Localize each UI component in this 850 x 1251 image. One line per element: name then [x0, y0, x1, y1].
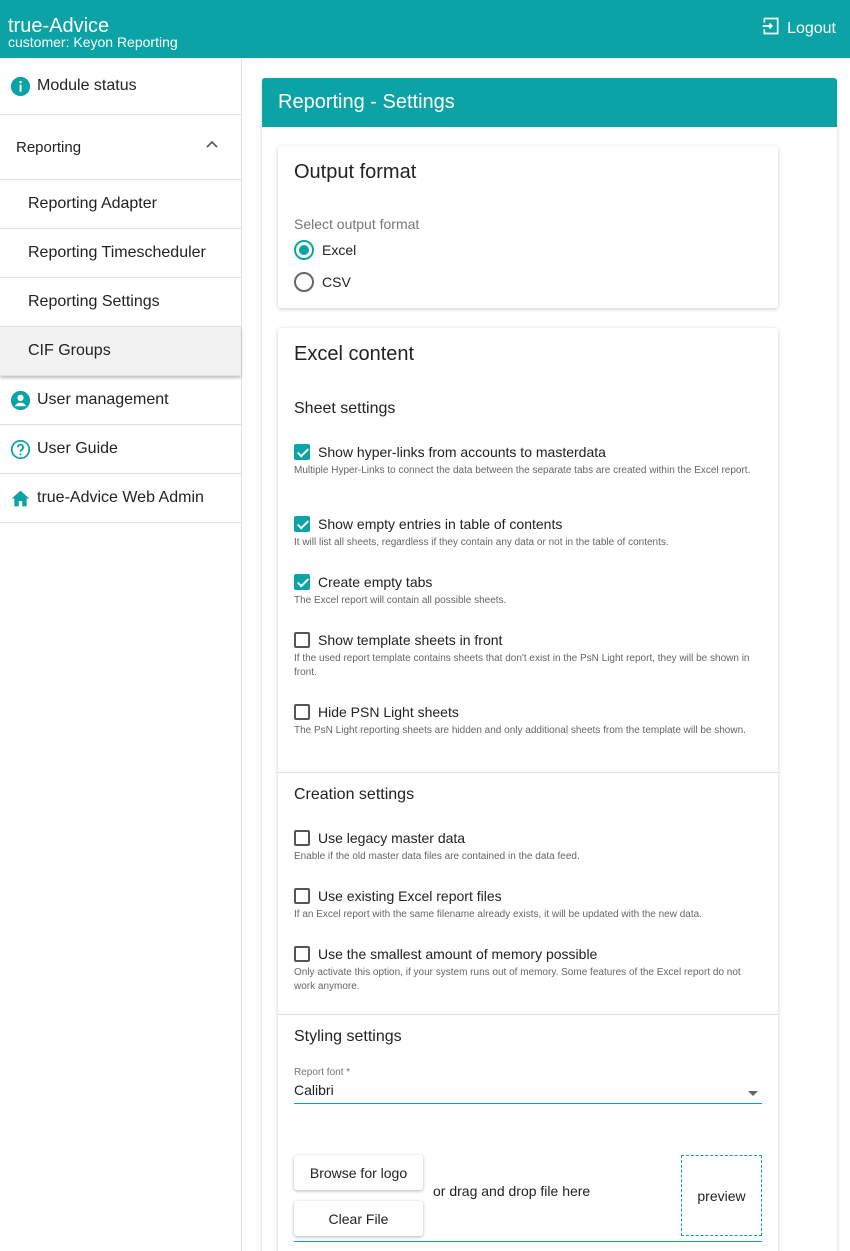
sidebar-item-label: true-Advice Web Admin — [37, 489, 204, 506]
checkbox-label: Use existing Excel report files — [318, 888, 502, 904]
checkbox-description: If the used report template contains she… — [294, 653, 750, 678]
help-circle-icon — [10, 439, 31, 460]
radio-button[interactable] — [294, 272, 314, 292]
sidebar-item-label: Module status — [37, 77, 137, 94]
sidebar-item-label: CIF Groups — [28, 342, 111, 359]
sidebar-item-user-guide[interactable]: User Guide — [0, 425, 241, 474]
report-font-value: Calibri — [294, 1082, 334, 1098]
chevron-up-icon — [205, 137, 219, 151]
sidebar-item-web-admin[interactable]: true-Advice Web Admin — [0, 474, 241, 523]
checkbox-legacy-master-data[interactable]: Use legacy master data — [294, 830, 465, 846]
radio-button[interactable] — [294, 240, 314, 260]
checkbox-description: Only activate this option, if your syste… — [294, 967, 741, 992]
sidebar-item-label: Reporting — [16, 138, 82, 156]
radio-csv[interactable]: CSV — [294, 272, 351, 292]
sidebar: Module status Reporting Reporting Adapte… — [0, 58, 242, 1251]
logout-icon — [761, 16, 781, 41]
output-format-title: Output format — [294, 161, 417, 183]
report-font-label: Report font * — [294, 1067, 351, 1078]
sidebar-item-label: Reporting Timescheduler — [28, 244, 206, 261]
sidebar-item-label: Reporting Settings — [28, 293, 160, 310]
checkbox[interactable] — [294, 574, 310, 590]
drop-zone-text: or drag and drop file here — [433, 1183, 591, 1199]
section-divider — [278, 1014, 778, 1015]
checkbox-label: Show empty entries in table of contents — [318, 516, 563, 532]
checkbox[interactable] — [294, 830, 310, 846]
logout-label: Logout — [787, 19, 836, 37]
sidebar-item-label: User Guide — [37, 440, 118, 457]
checkbox[interactable] — [294, 946, 310, 962]
checkbox-label: Show template sheets in front — [318, 632, 503, 648]
logo-preview: preview — [681, 1155, 762, 1236]
checkbox-hide-psn[interactable]: Hide PSN Light sheets — [294, 704, 459, 720]
sidebar-item-reporting-settings[interactable]: Reporting Settings — [0, 278, 241, 327]
checkbox-description: Multiple Hyper-Links to connect the data… — [294, 465, 751, 476]
info-icon — [10, 76, 31, 97]
checkbox[interactable] — [294, 444, 310, 460]
radio-label: Excel — [322, 242, 357, 258]
sidebar-group-reporting[interactable]: Reporting — [0, 115, 241, 180]
checkbox-empty-entries[interactable]: Show empty entries in table of contents — [294, 516, 562, 532]
customer-subtitle: customer: Keyon Reporting — [8, 34, 178, 50]
top-bar: true-Advice customer: Keyon Reporting Lo… — [0, 0, 850, 58]
checkbox-hyperlinks[interactable]: Show hyper-links from accounts to master… — [294, 444, 606, 460]
checkbox[interactable] — [294, 632, 310, 648]
settings-panel: Reporting - Settings Output format Selec… — [262, 78, 837, 1251]
checkbox-smallest-memory[interactable]: Use the smallest amount of memory possib… — [294, 946, 597, 962]
checkbox-template-front[interactable]: Show template sheets in front — [294, 632, 502, 648]
section-divider — [278, 772, 778, 773]
radio-excel[interactable]: Excel — [294, 240, 356, 260]
excel-content-card: Excel content Sheet settings Show hyper-… — [278, 328, 778, 1251]
checkbox-label: Show hyper-links from accounts to master… — [318, 444, 606, 460]
checkbox-empty-tabs[interactable]: Create empty tabs — [294, 574, 432, 590]
checkbox[interactable] — [294, 888, 310, 904]
creation-settings-title: Creation settings — [294, 786, 415, 803]
checkbox-label: Create empty tabs — [318, 574, 433, 590]
output-format-label: Select output format — [294, 216, 420, 232]
checkbox[interactable] — [294, 704, 310, 720]
checkbox-existing-files[interactable]: Use existing Excel report files — [294, 888, 502, 904]
logout-button[interactable]: Logout — [761, 16, 836, 41]
report-font-select[interactable]: Report font * Calibri — [294, 1067, 762, 1104]
checkbox-label: Use the smallest amount of memory possib… — [318, 946, 598, 962]
sidebar-item-user-management[interactable]: User management — [0, 376, 241, 425]
page-title: Reporting - Settings — [262, 78, 837, 127]
checkbox-description: It will list all sheets, regardless if t… — [294, 537, 669, 548]
sidebar-item-cif-groups[interactable]: CIF Groups — [0, 327, 241, 376]
checkbox-description: The Excel report will contain all possib… — [294, 595, 507, 606]
sidebar-item-reporting-timescheduler[interactable]: Reporting Timescheduler — [0, 229, 241, 278]
home-icon — [10, 488, 31, 509]
clear-file-button[interactable]: Clear File — [294, 1201, 423, 1236]
checkbox-label: Use legacy master data — [318, 830, 466, 846]
browse-logo-button[interactable]: Browse for logo — [294, 1155, 423, 1190]
select-underline — [294, 1103, 762, 1104]
excel-content-title: Excel content — [294, 343, 415, 365]
checkbox[interactable] — [294, 516, 310, 532]
drop-zone-underline — [294, 1241, 762, 1242]
dropdown-arrow-icon — [748, 1091, 758, 1096]
sidebar-item-module-status[interactable]: Module status — [0, 58, 241, 115]
checkbox-description: If an Excel report with the same filenam… — [294, 909, 702, 920]
checkbox-description: The PsN Light reporting sheets are hidde… — [294, 725, 746, 736]
sidebar-item-reporting-adapter[interactable]: Reporting Adapter — [0, 180, 241, 229]
radio-label: CSV — [322, 274, 351, 290]
sidebar-item-label: Reporting Adapter — [28, 195, 157, 212]
checkbox-description: Enable if the old master data files are … — [294, 851, 580, 862]
output-format-card: Output format Select output format Excel… — [278, 146, 778, 308]
sheet-settings-title: Sheet settings — [294, 400, 396, 417]
sidebar-item-label: User management — [37, 391, 169, 408]
checkbox-label: Hide PSN Light sheets — [318, 704, 459, 720]
account-circle-icon — [10, 390, 31, 411]
styling-settings-title: Styling settings — [294, 1028, 402, 1045]
